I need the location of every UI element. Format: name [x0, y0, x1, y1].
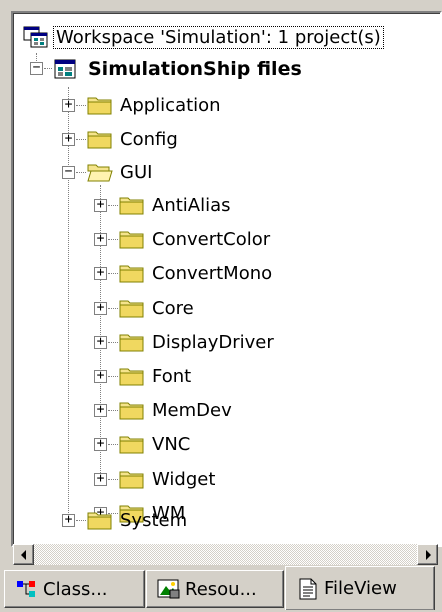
- folder-expander[interactable]: +: [94, 403, 107, 417]
- tree-connector: [76, 105, 86, 106]
- class-view-icon: [17, 581, 35, 597]
- tree-connector: [108, 342, 118, 343]
- tree-connector: [108, 410, 118, 411]
- gui-expander[interactable]: −: [62, 165, 75, 179]
- tab-class-view[interactable]: Class...: [4, 570, 145, 608]
- config-expander[interactable]: +: [62, 132, 75, 146]
- right-arrow-icon: [425, 549, 431, 560]
- resource-view-icon: [157, 579, 180, 599]
- tree-item-gui-child[interactable]: VNC: [119, 428, 193, 460]
- workspace-panel: Workspace 'Simulation': 1 project(s) − S…: [0, 0, 442, 612]
- workspace-label: Workspace 'Simulation': 1 project(s): [53, 25, 384, 49]
- tab-label: Resou...: [185, 578, 257, 600]
- folder-icon: [119, 197, 144, 215]
- tree-item-workspace[interactable]: Workspace 'Simulation': 1 project(s): [23, 21, 384, 53]
- tree-item-gui-child[interactable]: ConvertColor: [119, 223, 273, 255]
- scroll-right-button[interactable]: [417, 544, 438, 565]
- tree-item-gui-child[interactable]: ConvertMono: [119, 257, 275, 289]
- tab-resource-view[interactable]: Resou...: [146, 570, 284, 608]
- scroll-left-button[interactable]: [13, 544, 34, 565]
- folder-expander[interactable]: +: [94, 232, 107, 246]
- folder-icon: [87, 131, 112, 149]
- tree-connector: [76, 139, 86, 140]
- folder-icon: [119, 471, 144, 489]
- tree-connector: [68, 87, 69, 521]
- folder-label: AntiAlias: [152, 194, 231, 216]
- tree-item-gui[interactable]: GUI: [87, 156, 155, 188]
- folder-label: ConvertMono: [152, 262, 273, 284]
- folder-icon: [119, 402, 144, 420]
- tab-file-view[interactable]: FileView: [285, 566, 435, 610]
- tree-item-system[interactable]: System: [87, 504, 190, 536]
- folder-label: DisplayDriver: [152, 331, 274, 353]
- folder-expander[interactable]: +: [94, 335, 107, 349]
- file-tree-view[interactable]: Workspace 'Simulation': 1 project(s) − S…: [11, 11, 442, 547]
- folder-icon: [119, 265, 144, 283]
- folder-expander[interactable]: +: [94, 472, 107, 486]
- folder-expander[interactable]: +: [94, 266, 107, 280]
- scroll-track[interactable]: [34, 544, 417, 565]
- folder-label: GUI: [120, 161, 153, 183]
- tree: Workspace 'Simulation': 1 project(s) − S…: [13, 13, 440, 533]
- folder-expander[interactable]: +: [94, 437, 107, 451]
- project-icon: [54, 59, 76, 79]
- folder-label: MemDev: [152, 399, 232, 421]
- tree-item-config[interactable]: Config: [87, 123, 181, 155]
- tree-connector: [108, 444, 118, 445]
- tree-connector: [76, 172, 86, 173]
- tree-connector: [76, 520, 86, 521]
- folder-icon: [87, 512, 112, 530]
- system-expander[interactable]: +: [62, 513, 75, 527]
- folder-label: Font: [152, 365, 192, 387]
- tree-connector: [108, 273, 118, 274]
- workspace-tabs: Class... Resou... FileView: [0, 566, 442, 612]
- folder-label: VNC: [152, 433, 191, 455]
- folder-label: Widget: [152, 468, 216, 490]
- tree-connector: [108, 205, 118, 206]
- tab-label: FileView: [324, 578, 397, 599]
- tree-item-gui-child[interactable]: Font: [119, 360, 194, 392]
- workspace-icon: [23, 26, 48, 48]
- folder-label: System: [120, 509, 188, 531]
- left-arrow-icon: [20, 549, 26, 560]
- tree-item-gui-child[interactable]: MemDev: [119, 394, 235, 426]
- horizontal-scrollbar[interactable]: [13, 544, 438, 565]
- tree-item-gui-child[interactable]: AntiAlias: [119, 189, 234, 221]
- open-folder-icon: [87, 164, 113, 182]
- tree-item-gui-child[interactable]: DisplayDriver: [119, 326, 277, 358]
- project-label: SimulationShip files: [88, 58, 302, 80]
- folder-icon: [119, 231, 144, 249]
- folder-expander[interactable]: +: [94, 369, 107, 383]
- folder-icon: [119, 436, 144, 454]
- folder-icon: [119, 300, 144, 318]
- tree-item-gui-child[interactable]: Core: [119, 292, 197, 324]
- tree-connector: [108, 376, 118, 377]
- tree-connector: [108, 239, 118, 240]
- tree-item-gui-child[interactable]: Widget: [119, 463, 218, 495]
- folder-expander[interactable]: +: [94, 198, 107, 212]
- folder-icon: [119, 368, 144, 386]
- tree-item-application[interactable]: Application: [87, 89, 224, 121]
- folder-label: Core: [152, 297, 194, 319]
- folder-expander[interactable]: +: [94, 301, 107, 315]
- project-expander[interactable]: −: [30, 61, 43, 75]
- folder-label: Config: [120, 128, 178, 150]
- tree-connector: [44, 68, 52, 69]
- folder-label: Application: [120, 94, 221, 116]
- tree-item-project[interactable]: SimulationShip files: [53, 53, 305, 85]
- tree-connector: [108, 308, 118, 309]
- folder-icon: [119, 334, 144, 352]
- tab-label: Class...: [43, 578, 108, 600]
- folder-icon: [87, 97, 112, 115]
- application-expander[interactable]: +: [62, 98, 75, 112]
- tree-connector: [108, 479, 118, 480]
- folder-label: ConvertColor: [152, 228, 271, 250]
- file-view-icon: [299, 578, 317, 599]
